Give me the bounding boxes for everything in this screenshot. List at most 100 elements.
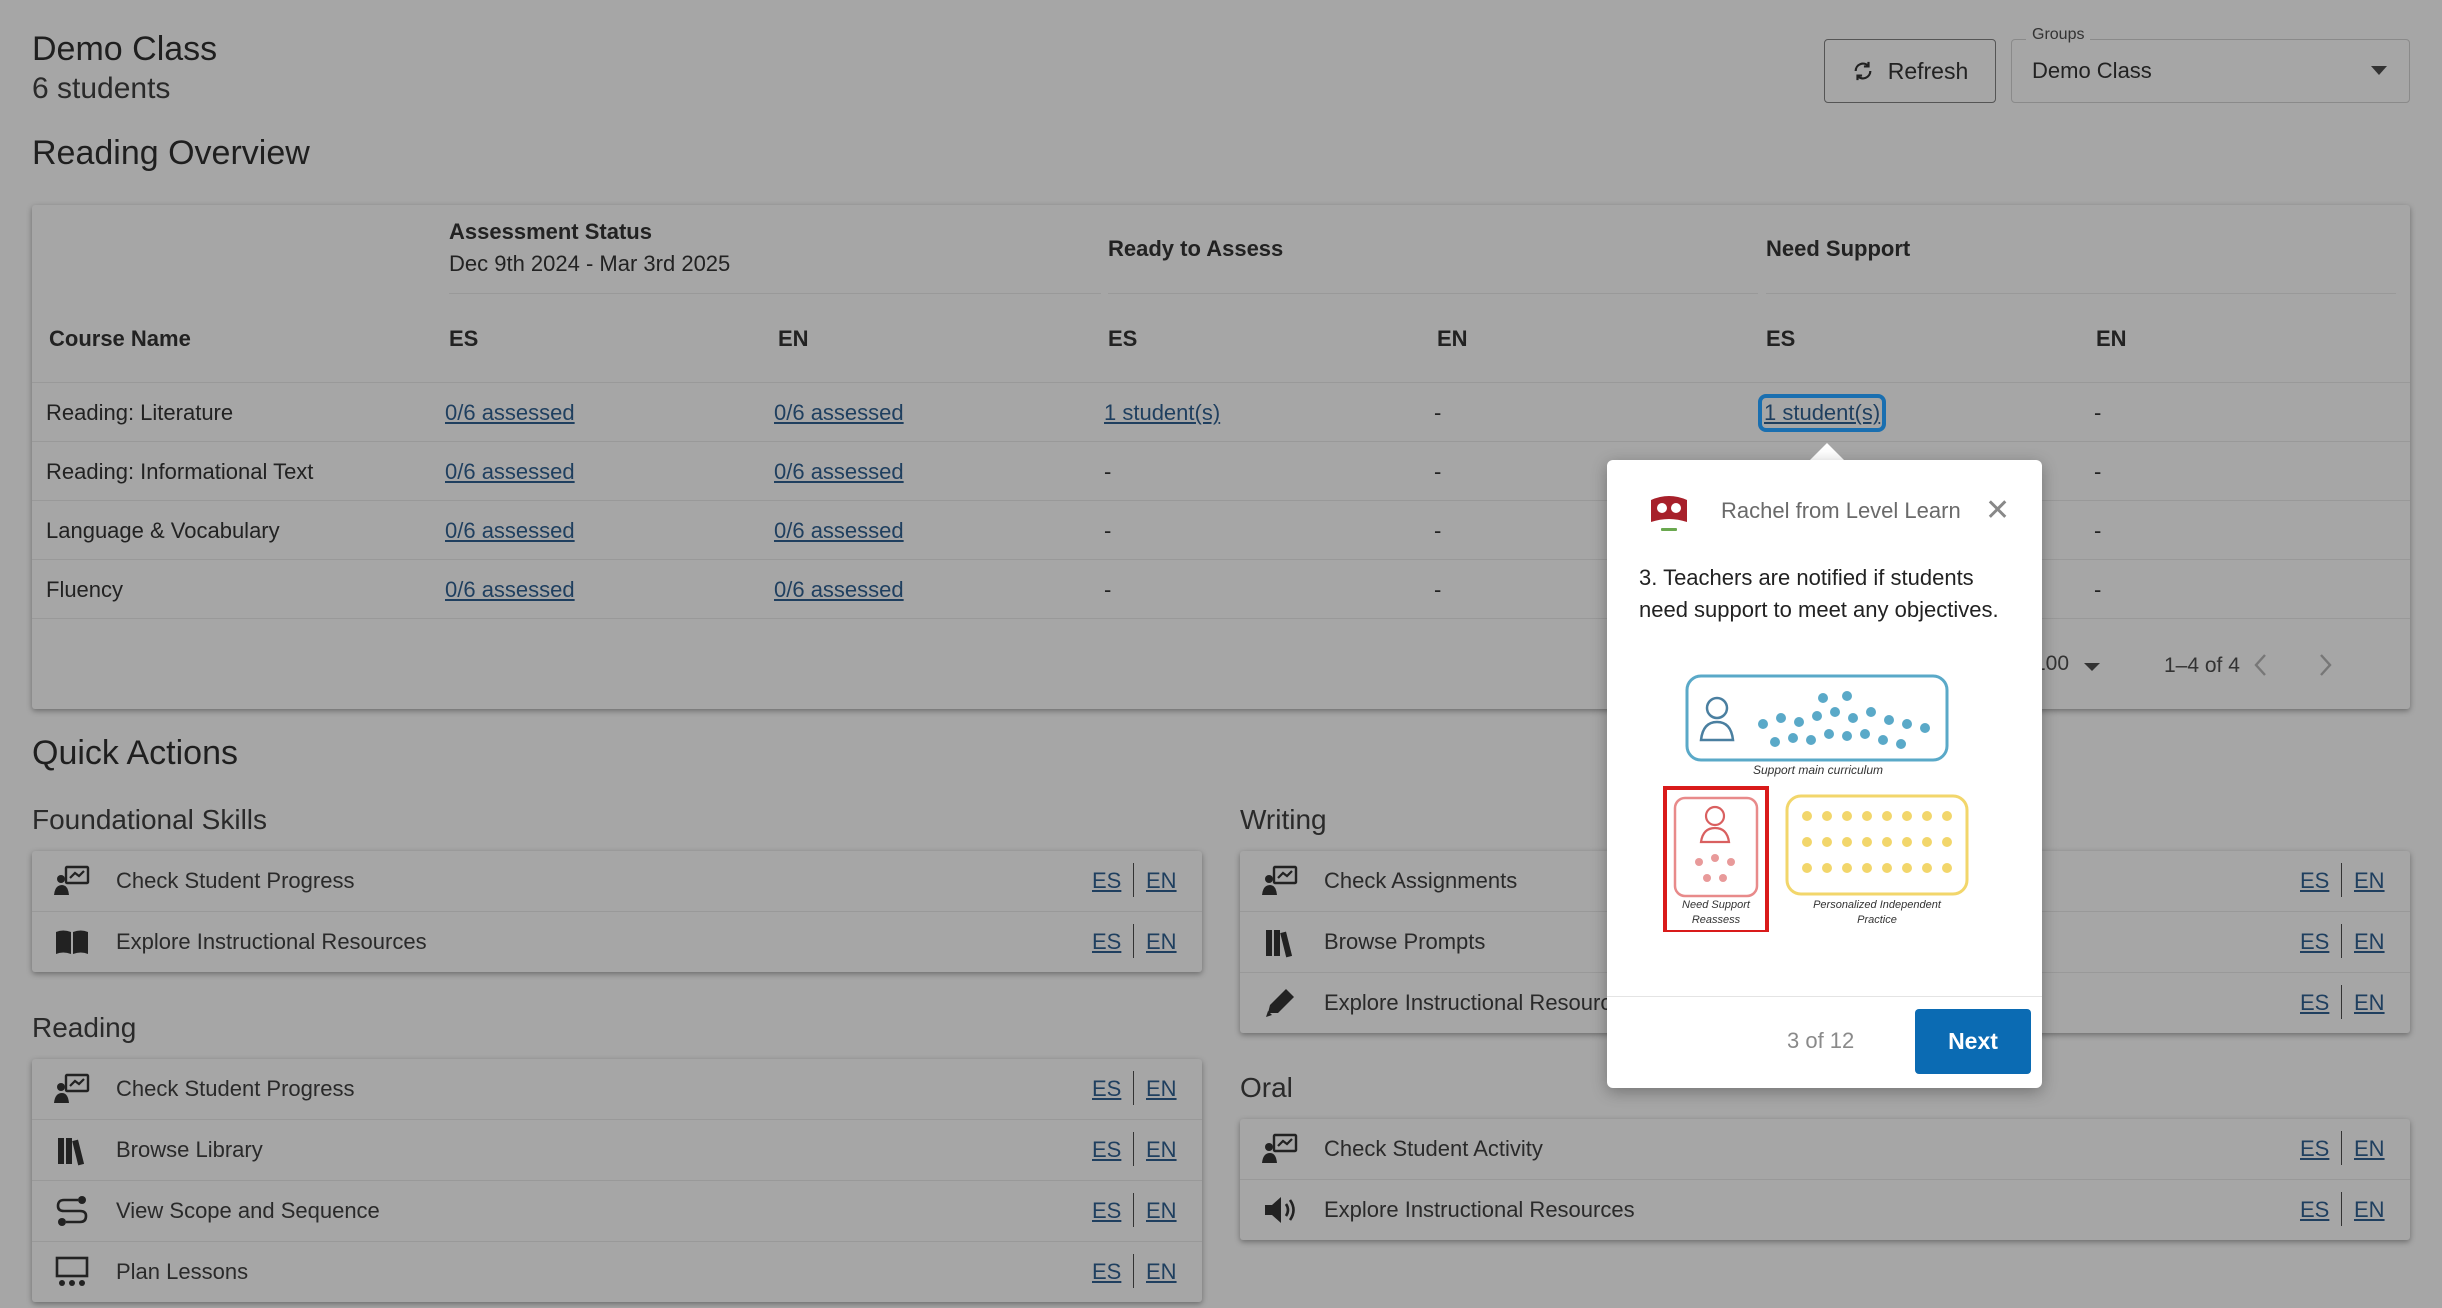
assessed-link[interactable]: 0/6 assessed bbox=[774, 459, 904, 485]
empty-value: - bbox=[1434, 459, 1442, 484]
empty-value: - bbox=[2094, 459, 2102, 484]
support-es-header[interactable]: ES bbox=[1766, 326, 1795, 352]
en-link[interactable]: EN bbox=[2354, 929, 2385, 955]
tour-step-counter: 3 of 12 bbox=[1787, 1028, 1855, 1053]
quick-action-row[interactable]: Explore Instructional Resources ES EN bbox=[32, 911, 1202, 972]
en-link[interactable]: EN bbox=[2354, 1136, 2385, 1162]
quick-action-row[interactable]: Check Student Activity ES EN bbox=[1240, 1119, 2410, 1179]
groups-label: Groups bbox=[2026, 26, 2091, 44]
es-link[interactable]: ES bbox=[1092, 1259, 1121, 1285]
quick-action-row[interactable]: Browse Library ES EN bbox=[32, 1119, 1202, 1180]
route-icon bbox=[56, 1196, 88, 1226]
need-support-students-link[interactable]: 1 student(s) bbox=[1757, 394, 1887, 432]
illustration-main-label: Support main curriculum bbox=[1753, 763, 1883, 777]
pencil-icon bbox=[1266, 989, 1294, 1017]
assessed-link[interactable]: 0/6 assessed bbox=[445, 400, 575, 426]
ready-students-link[interactable]: 1 student(s) bbox=[1104, 400, 1220, 426]
quick-actions-title: Quick Actions bbox=[32, 734, 238, 772]
es-link[interactable]: ES bbox=[1092, 1076, 1121, 1102]
en-link[interactable]: EN bbox=[2354, 990, 2385, 1016]
illustration-practice-label: Practice bbox=[1857, 914, 1897, 926]
empty-value: - bbox=[2094, 577, 2102, 602]
assessment-date-range: Dec 9th 2024 - Mar 3rd 2025 bbox=[449, 251, 731, 276]
assessed-link[interactable]: 0/6 assessed bbox=[774, 400, 904, 426]
en-link[interactable]: EN bbox=[2354, 1197, 2385, 1223]
support-groups-illustration: Support main curriculum Need Support Rea… bbox=[1663, 674, 1969, 932]
es-link[interactable]: ES bbox=[1092, 929, 1121, 955]
quick-action-row[interactable]: Check Student Progress ES EN bbox=[32, 1059, 1202, 1119]
en-link[interactable]: EN bbox=[1146, 1076, 1177, 1102]
foundational-skills-card: Check Student Progress ES EN Explore Ins… bbox=[32, 851, 1202, 972]
quick-action-row[interactable]: Plan Lessons ES EN bbox=[32, 1241, 1202, 1302]
empty-value: - bbox=[2094, 400, 2102, 425]
empty-value: - bbox=[2094, 518, 2102, 543]
open-book-icon bbox=[56, 930, 88, 954]
en-link[interactable]: EN bbox=[1146, 1137, 1177, 1163]
quick-action-label: Explore Instructional Resources bbox=[1324, 1197, 1635, 1222]
quick-action-row[interactable]: View Scope and Sequence ES EN bbox=[32, 1180, 1202, 1241]
assessed-link[interactable]: 0/6 assessed bbox=[445, 577, 575, 603]
course-name: Fluency bbox=[46, 577, 124, 602]
es-link[interactable]: ES bbox=[2300, 1197, 2329, 1223]
quick-action-label: Plan Lessons bbox=[116, 1259, 249, 1284]
quick-action-label: Browse Library bbox=[116, 1137, 263, 1162]
es-link[interactable]: ES bbox=[1092, 1198, 1121, 1224]
oral-title: Oral bbox=[1240, 1072, 1293, 1103]
quick-action-label: Explore Instructional Resources bbox=[1324, 990, 1635, 1015]
quick-action-row[interactable]: Explore Instructional Resources ES EN bbox=[1240, 1179, 2410, 1240]
es-link[interactable]: ES bbox=[1092, 868, 1121, 894]
progress-board-icon bbox=[54, 1073, 90, 1103]
empty-value: - bbox=[1104, 459, 1112, 484]
ready-en-header[interactable]: EN bbox=[1437, 326, 1468, 352]
course-name-header[interactable]: Course Name bbox=[49, 326, 191, 352]
es-link[interactable]: ES bbox=[2300, 868, 2329, 894]
course-name: Reading: Informational Text bbox=[46, 459, 314, 484]
chevron-right-icon[interactable] bbox=[2314, 652, 2336, 678]
reading-overview-title: Reading Overview bbox=[32, 134, 310, 172]
tooltip-divider bbox=[1607, 996, 2042, 997]
library-books-icon bbox=[58, 1138, 85, 1166]
ready-to-assess-header: Ready to Assess bbox=[1108, 236, 1284, 261]
student-count: 6 students bbox=[32, 72, 171, 105]
reading-overview-table: Assessment Status Dec 9th 2024 - Mar 3rd… bbox=[32, 205, 2410, 709]
assessment-en-header[interactable]: EN bbox=[778, 326, 809, 352]
chevron-down-icon[interactable] bbox=[2084, 663, 2100, 671]
es-link[interactable]: ES bbox=[2300, 1136, 2329, 1162]
es-link[interactable]: ES bbox=[2300, 929, 2329, 955]
close-icon[interactable]: ✕ bbox=[1985, 496, 2010, 526]
refresh-label: Refresh bbox=[1887, 57, 1969, 84]
illustration-independent-label: Personalized Independent bbox=[1813, 899, 1942, 911]
assessment-es-header[interactable]: ES bbox=[449, 326, 478, 352]
en-link[interactable]: EN bbox=[2354, 868, 2385, 894]
assessed-link[interactable]: 0/6 assessed bbox=[445, 459, 575, 485]
empty-value: - bbox=[1434, 518, 1442, 543]
course-name: Reading: Literature bbox=[46, 400, 234, 425]
next-button[interactable]: Next bbox=[1915, 1009, 2031, 1074]
en-link[interactable]: EN bbox=[1146, 1198, 1177, 1224]
quick-action-label: View Scope and Sequence bbox=[116, 1198, 380, 1223]
reading-title: Reading bbox=[32, 1012, 137, 1043]
es-link[interactable]: ES bbox=[1092, 1137, 1121, 1163]
quick-action-row[interactable]: Check Student Progress ES EN bbox=[32, 851, 1202, 911]
es-link[interactable]: ES bbox=[2300, 990, 2329, 1016]
product-tour-tooltip: Rachel from Level Learn ✕ 3. Teachers ar… bbox=[1607, 460, 2042, 1088]
empty-value: - bbox=[1104, 518, 1112, 543]
quick-action-label: Browse Prompts bbox=[1324, 929, 1486, 954]
en-link[interactable]: EN bbox=[1146, 929, 1177, 955]
assessed-link[interactable]: 0/6 assessed bbox=[445, 518, 575, 544]
refresh-button[interactable]: Refresh bbox=[1824, 39, 1996, 103]
table-row: Reading: Informational Text 0/6 assessed… bbox=[32, 441, 2410, 500]
library-books-icon bbox=[1266, 930, 1293, 958]
support-en-header[interactable]: EN bbox=[2096, 326, 2127, 352]
speaker-icon bbox=[1265, 1197, 1295, 1223]
assessed-link[interactable]: 0/6 assessed bbox=[774, 577, 904, 603]
illustration-need-support-label: Need Support bbox=[1682, 899, 1751, 911]
en-link[interactable]: EN bbox=[1146, 868, 1177, 894]
chevron-left-icon[interactable] bbox=[2250, 652, 2272, 678]
oral-card: Check Student Activity ES EN Explore Ins… bbox=[1240, 1119, 2410, 1240]
ready-es-header[interactable]: ES bbox=[1108, 326, 1137, 352]
groups-select[interactable]: Groups Demo Class bbox=[2011, 26, 2410, 103]
assessed-link[interactable]: 0/6 assessed bbox=[774, 518, 904, 544]
class-name: Demo Class bbox=[32, 30, 218, 68]
en-link[interactable]: EN bbox=[1146, 1259, 1177, 1285]
